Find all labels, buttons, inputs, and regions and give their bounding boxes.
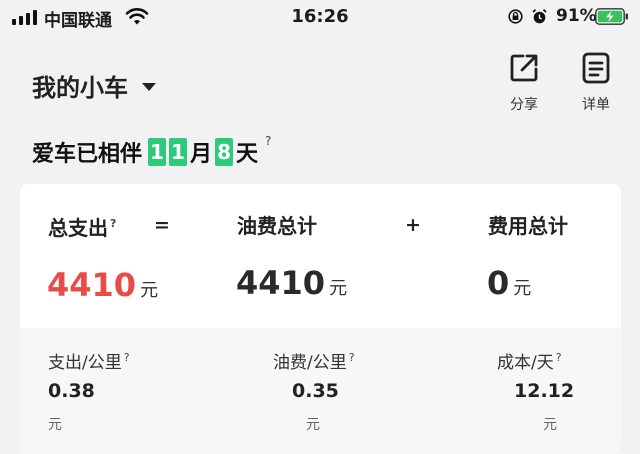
share-button[interactable]: 分享 — [494, 52, 554, 114]
share-icon — [510, 54, 538, 82]
cost-per-day-label: 成本/天? — [497, 351, 562, 373]
fees-total-label: 费用总计 — [488, 214, 568, 238]
equals-sign: = — [154, 214, 170, 236]
total-expense-value: 4410 元 — [47, 266, 159, 304]
car-selector-dropdown[interactable]: 我的小车 — [32, 68, 156, 103]
companion-prefix: 爱车已相伴 — [32, 142, 143, 167]
plus-sign: + — [405, 214, 421, 236]
expense-summary-card: 总支出? = 油费总计 + 费用总计 4410 元 4410 元 0元 支出/公里?… — [20, 184, 621, 454]
cost-per-km-label: 支出/公里? — [48, 351, 130, 373]
cost-per-km-unit: 元 — [48, 417, 62, 433]
detail-list-button[interactable]: 详单 — [566, 52, 626, 114]
help-icon[interactable]: ? — [556, 351, 562, 364]
fuel-per-km-label: 油费/公里? — [273, 351, 355, 373]
help-icon[interactable]: ? — [110, 217, 116, 230]
fuel-per-km-unit: 元 — [306, 417, 320, 433]
month-unit: 月 — [190, 142, 213, 167]
battery-charging-icon — [595, 8, 628, 25]
help-icon[interactable]: ? — [349, 351, 355, 364]
caret-down-icon — [142, 83, 156, 91]
total-expense-label: 总支出? — [48, 216, 117, 240]
orientation-lock-icon — [508, 9, 523, 24]
fuel-per-km-value: 0.35 — [292, 380, 339, 402]
totals-section: 总支出? = 油费总计 + 费用总计 4410 元 4410 元 0元 — [20, 184, 621, 328]
share-label: 分享 — [510, 97, 538, 113]
help-icon[interactable]: ? — [265, 134, 271, 148]
alarm-icon — [532, 8, 547, 24]
detail-label: 详单 — [582, 97, 610, 113]
cost-per-km-value: 0.38 — [48, 380, 95, 402]
battery-percent: 91% — [556, 6, 597, 26]
cost-per-day-unit: 元 — [543, 417, 557, 433]
day-digit: 8 — [215, 138, 234, 166]
help-icon[interactable]: ? — [124, 351, 130, 364]
month-digit: 1 — [169, 138, 188, 166]
cost-per-day-value: 12.12 — [514, 380, 575, 402]
per-unit-stats: 支出/公里? 0.38 元 油费/公里? 0.35 元 成本/天? 12.12 … — [20, 328, 621, 454]
car-name: 我的小车 — [32, 74, 128, 102]
month-digit: 1 — [148, 138, 167, 166]
fees-total-value: 0元 — [487, 264, 532, 302]
day-unit: 天 — [236, 142, 259, 167]
fuel-total-label: 油费总计 — [237, 214, 317, 238]
status-bar: 中国联通 16:26 91% — [0, 0, 640, 34]
car-companion-duration: 爱车已相伴 11 月 8 天 ? — [32, 134, 271, 168]
fuel-total-value: 4410 元 — [236, 264, 348, 302]
list-document-icon — [582, 52, 610, 84]
